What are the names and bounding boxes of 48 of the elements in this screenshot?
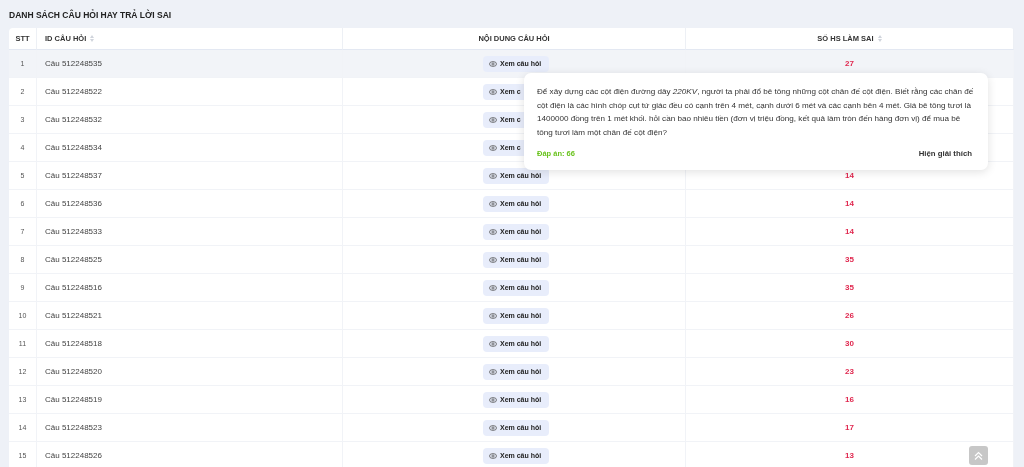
- wrong-count: 14: [845, 171, 854, 180]
- wrong-count: 13: [845, 451, 854, 460]
- section-title: DANH SÁCH CÂU HỎI HAY TRẢ LỜI SAI: [8, 8, 173, 22]
- eye-icon: [489, 312, 497, 319]
- sort-icon[interactable]: [90, 35, 95, 42]
- question-id: Câu 512248523: [37, 414, 343, 442]
- wrong-count: 35: [845, 283, 854, 292]
- question-id: Câu 512248533: [37, 218, 343, 246]
- wrong-count: 30: [845, 339, 854, 348]
- eye-icon: [489, 88, 497, 95]
- wrong-count: 14: [845, 199, 854, 208]
- eye-icon: [489, 144, 497, 151]
- eye-icon: [489, 284, 497, 291]
- question-id: Câu 512248537: [37, 162, 343, 190]
- question-text: Để xây dựng các cột điện đường dây 220KV, người ta phải đổ bê tông những cột chân đế cột điện. Biết rằng các chân đế cột điện là các hình chóp cụt tứ giác đều có cạnh trên 4 mét, cạnh dưới 6 mét và các cạnh bên 4 mét. Giá bê tông tươi là 1400000 đồng trên 1 mét khối. hỏi cần bao nhiêu tiền (đơn vị triệu đồng, kết quả làm tròn đến hàng đơn vị) để mua bê tông tươi làm một chân đế cột điện?: [537, 86, 975, 139]
- wrong-count: 17: [845, 423, 854, 432]
- question-id: Câu 512248525: [37, 246, 343, 274]
- question-id: Câu 512248526: [37, 442, 343, 467]
- question-id: Câu 512248518: [37, 330, 343, 358]
- eye-icon: [489, 256, 497, 263]
- question-id: Câu 512248536: [37, 190, 343, 218]
- wrong-count: 14: [845, 227, 854, 236]
- question-id: Câu 512248534: [37, 134, 343, 162]
- double-chevron-up-icon: [974, 450, 983, 461]
- question-id: Câu 512248521: [37, 302, 343, 330]
- eye-icon: [489, 228, 497, 235]
- question-id: Câu 512248532: [37, 106, 343, 134]
- wrong-count: 26: [845, 311, 854, 320]
- scroll-top-button[interactable]: [969, 446, 988, 465]
- question-id: Câu 512248519: [37, 386, 343, 414]
- eye-icon: [489, 200, 497, 207]
- sort-icon[interactable]: [877, 35, 882, 42]
- wrong-count: 27: [845, 59, 854, 68]
- wrong-count: 16: [845, 395, 854, 404]
- question-id: Câu 512248522: [37, 78, 343, 106]
- eye-icon: [489, 368, 497, 375]
- question-id: Câu 512248520: [37, 358, 343, 386]
- eye-icon: [489, 172, 497, 179]
- wrong-count: 35: [845, 255, 854, 264]
- eye-icon: [489, 116, 497, 123]
- wrong-count: 23: [845, 367, 854, 376]
- question-id: Câu 512248535: [37, 50, 343, 78]
- question-id: Câu 512248516: [37, 274, 343, 302]
- eye-icon: [489, 60, 497, 67]
- eye-icon: [489, 396, 497, 403]
- eye-icon: [489, 424, 497, 431]
- eye-icon: [489, 452, 497, 459]
- eye-icon: [489, 340, 497, 347]
